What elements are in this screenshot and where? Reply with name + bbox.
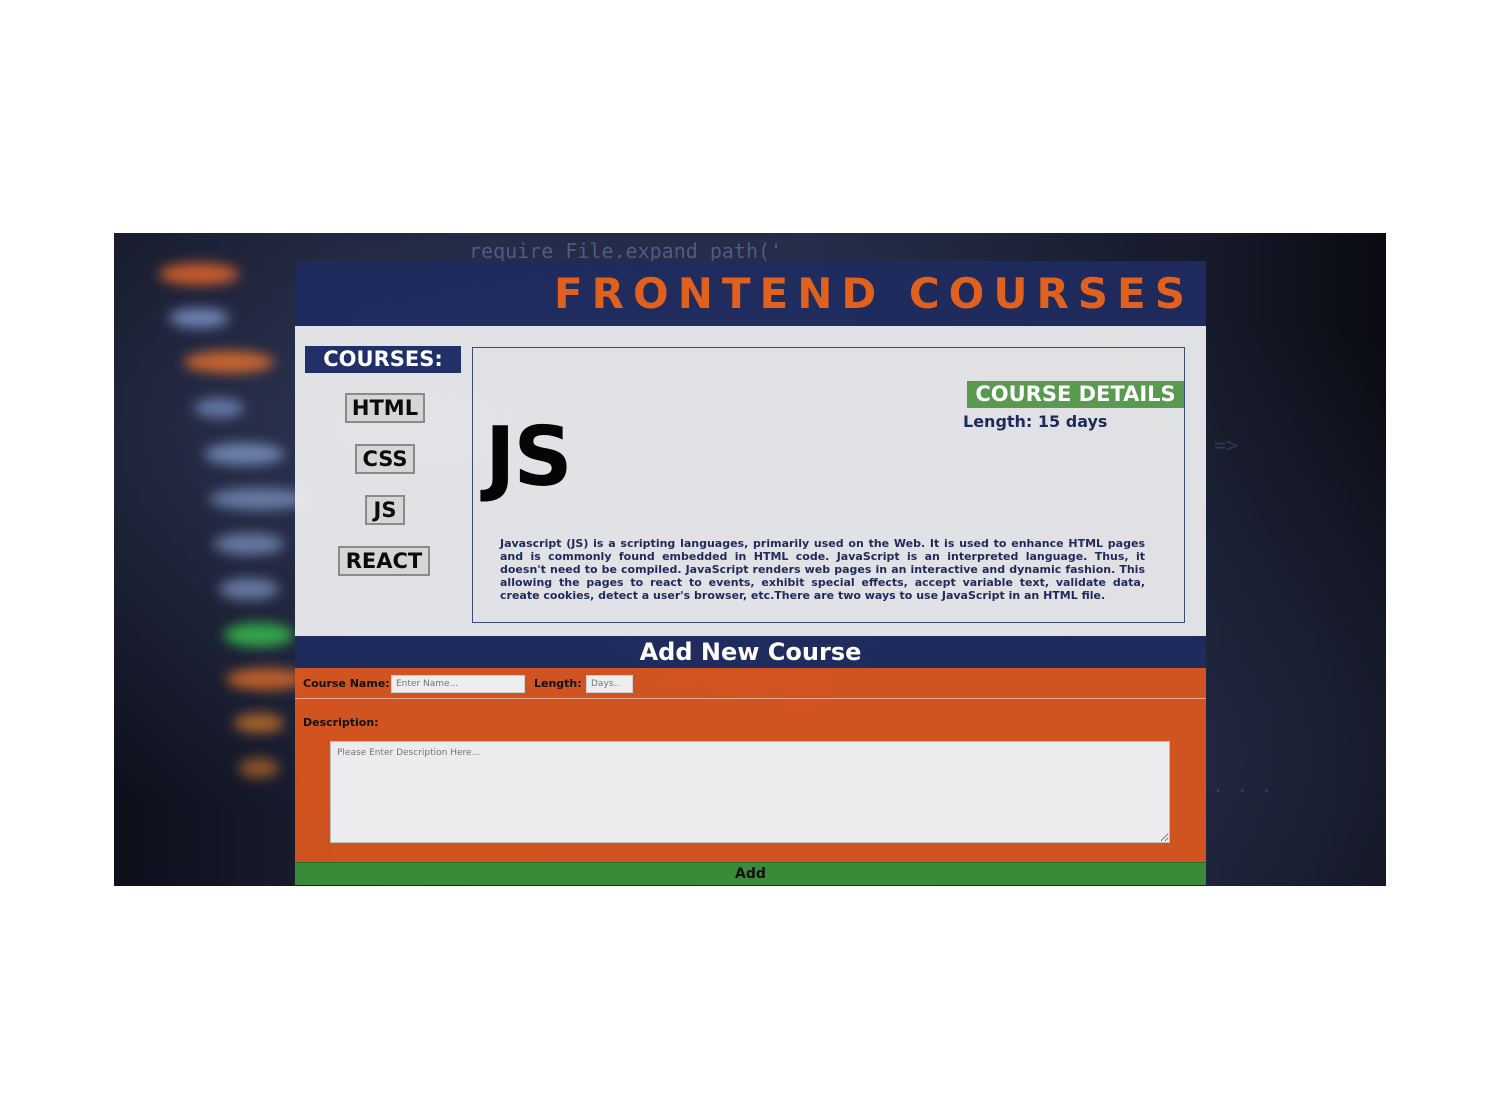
course-button-react[interactable]: REACT xyxy=(338,546,430,576)
blurred-light xyxy=(194,398,244,418)
course-detail-card: JS COURSE DETAILS Length: 15 days Javasc… xyxy=(472,347,1185,623)
blurred-light xyxy=(219,578,279,600)
course-button-html[interactable]: HTML xyxy=(345,393,425,423)
description-textarea[interactable] xyxy=(330,741,1170,843)
description-label: Description: xyxy=(303,716,379,729)
course-name-input[interactable] xyxy=(391,675,525,693)
header-bar: FRONTEND COURSES xyxy=(295,261,1206,326)
blurred-light xyxy=(234,713,284,733)
course-details-badge: COURSE DETAILS xyxy=(967,381,1184,408)
length-label: Length: xyxy=(534,677,582,690)
add-course-form: Course Name: Length: Description: xyxy=(295,668,1206,862)
background-code-line: => xyxy=(1214,433,1239,457)
blurred-light xyxy=(169,308,229,328)
blurred-light xyxy=(226,668,306,690)
course-button-js[interactable]: JS xyxy=(365,495,405,525)
course-code: JS xyxy=(485,410,573,505)
app-container: FRONTEND COURSES COURSES: HTML CSS JS RE… xyxy=(295,261,1206,885)
course-description: Javascript (JS) is a scripting languages… xyxy=(500,537,1145,602)
blurred-light xyxy=(159,263,239,285)
length-input[interactable] xyxy=(586,675,633,693)
blurred-light xyxy=(239,758,279,778)
course-name-label: Course Name: xyxy=(303,677,390,690)
courses-heading: COURSES: xyxy=(305,346,461,373)
blurred-light xyxy=(184,351,274,373)
add-button[interactable]: Add xyxy=(295,862,1206,885)
page-title: FRONTEND COURSES xyxy=(553,269,1194,318)
blurred-light xyxy=(204,443,284,465)
blurred-light xyxy=(214,533,284,555)
course-length: Length: 15 days xyxy=(963,412,1108,431)
add-course-heading: Add New Course xyxy=(295,636,1206,668)
background-code-line: require File.expand_path(' xyxy=(469,239,783,263)
blurred-light xyxy=(224,623,294,647)
form-row-name-length: Course Name: Length: xyxy=(295,668,1206,699)
course-button-css[interactable]: CSS xyxy=(355,444,415,474)
courses-panel: COURSES: HTML CSS JS REACT JS COURSE DET… xyxy=(295,326,1206,636)
blurred-light xyxy=(209,488,309,510)
